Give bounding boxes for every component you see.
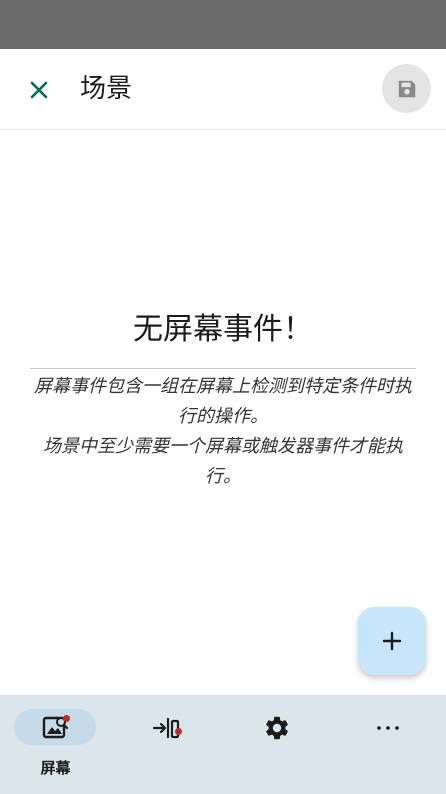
gear-icon: [263, 714, 291, 742]
notification-badge: [175, 728, 182, 735]
nav-item-screen[interactable]: 屏幕: [0, 695, 111, 794]
close-icon: [30, 81, 48, 99]
description-line-1: 屏幕事件包含一组在屏幕上检测到特定条件时执行的操作。: [34, 376, 412, 427]
nav-item-settings[interactable]: [222, 695, 333, 794]
divider: [30, 368, 416, 369]
save-icon: [398, 80, 415, 97]
save-button[interactable]: [382, 64, 431, 113]
nav-label-screen: 屏幕: [40, 759, 71, 777]
status-bar: [0, 0, 446, 49]
more-horizontal-icon: [374, 714, 402, 742]
app-bar: 场景: [0, 49, 446, 130]
add-event-button[interactable]: [358, 607, 426, 675]
empty-state-title: 无屏幕事件！: [133, 312, 313, 347]
empty-state-description: 屏幕事件包含一组在屏幕上检测到特定条件时执行的操作。 场景中至少需要一个屏幕或触…: [32, 372, 414, 492]
plus-icon: [382, 631, 402, 651]
nav-item-more[interactable]: [333, 695, 444, 794]
description-line-2: 场景中至少需要一个屏幕或触发器事件才能执行。: [43, 436, 403, 487]
nav-item-trigger[interactable]: [111, 695, 222, 794]
page-title: 场景: [80, 74, 133, 104]
bottom-navigation: 屏幕: [0, 695, 446, 794]
close-button[interactable]: [18, 69, 60, 111]
notification-badge: [63, 715, 70, 722]
